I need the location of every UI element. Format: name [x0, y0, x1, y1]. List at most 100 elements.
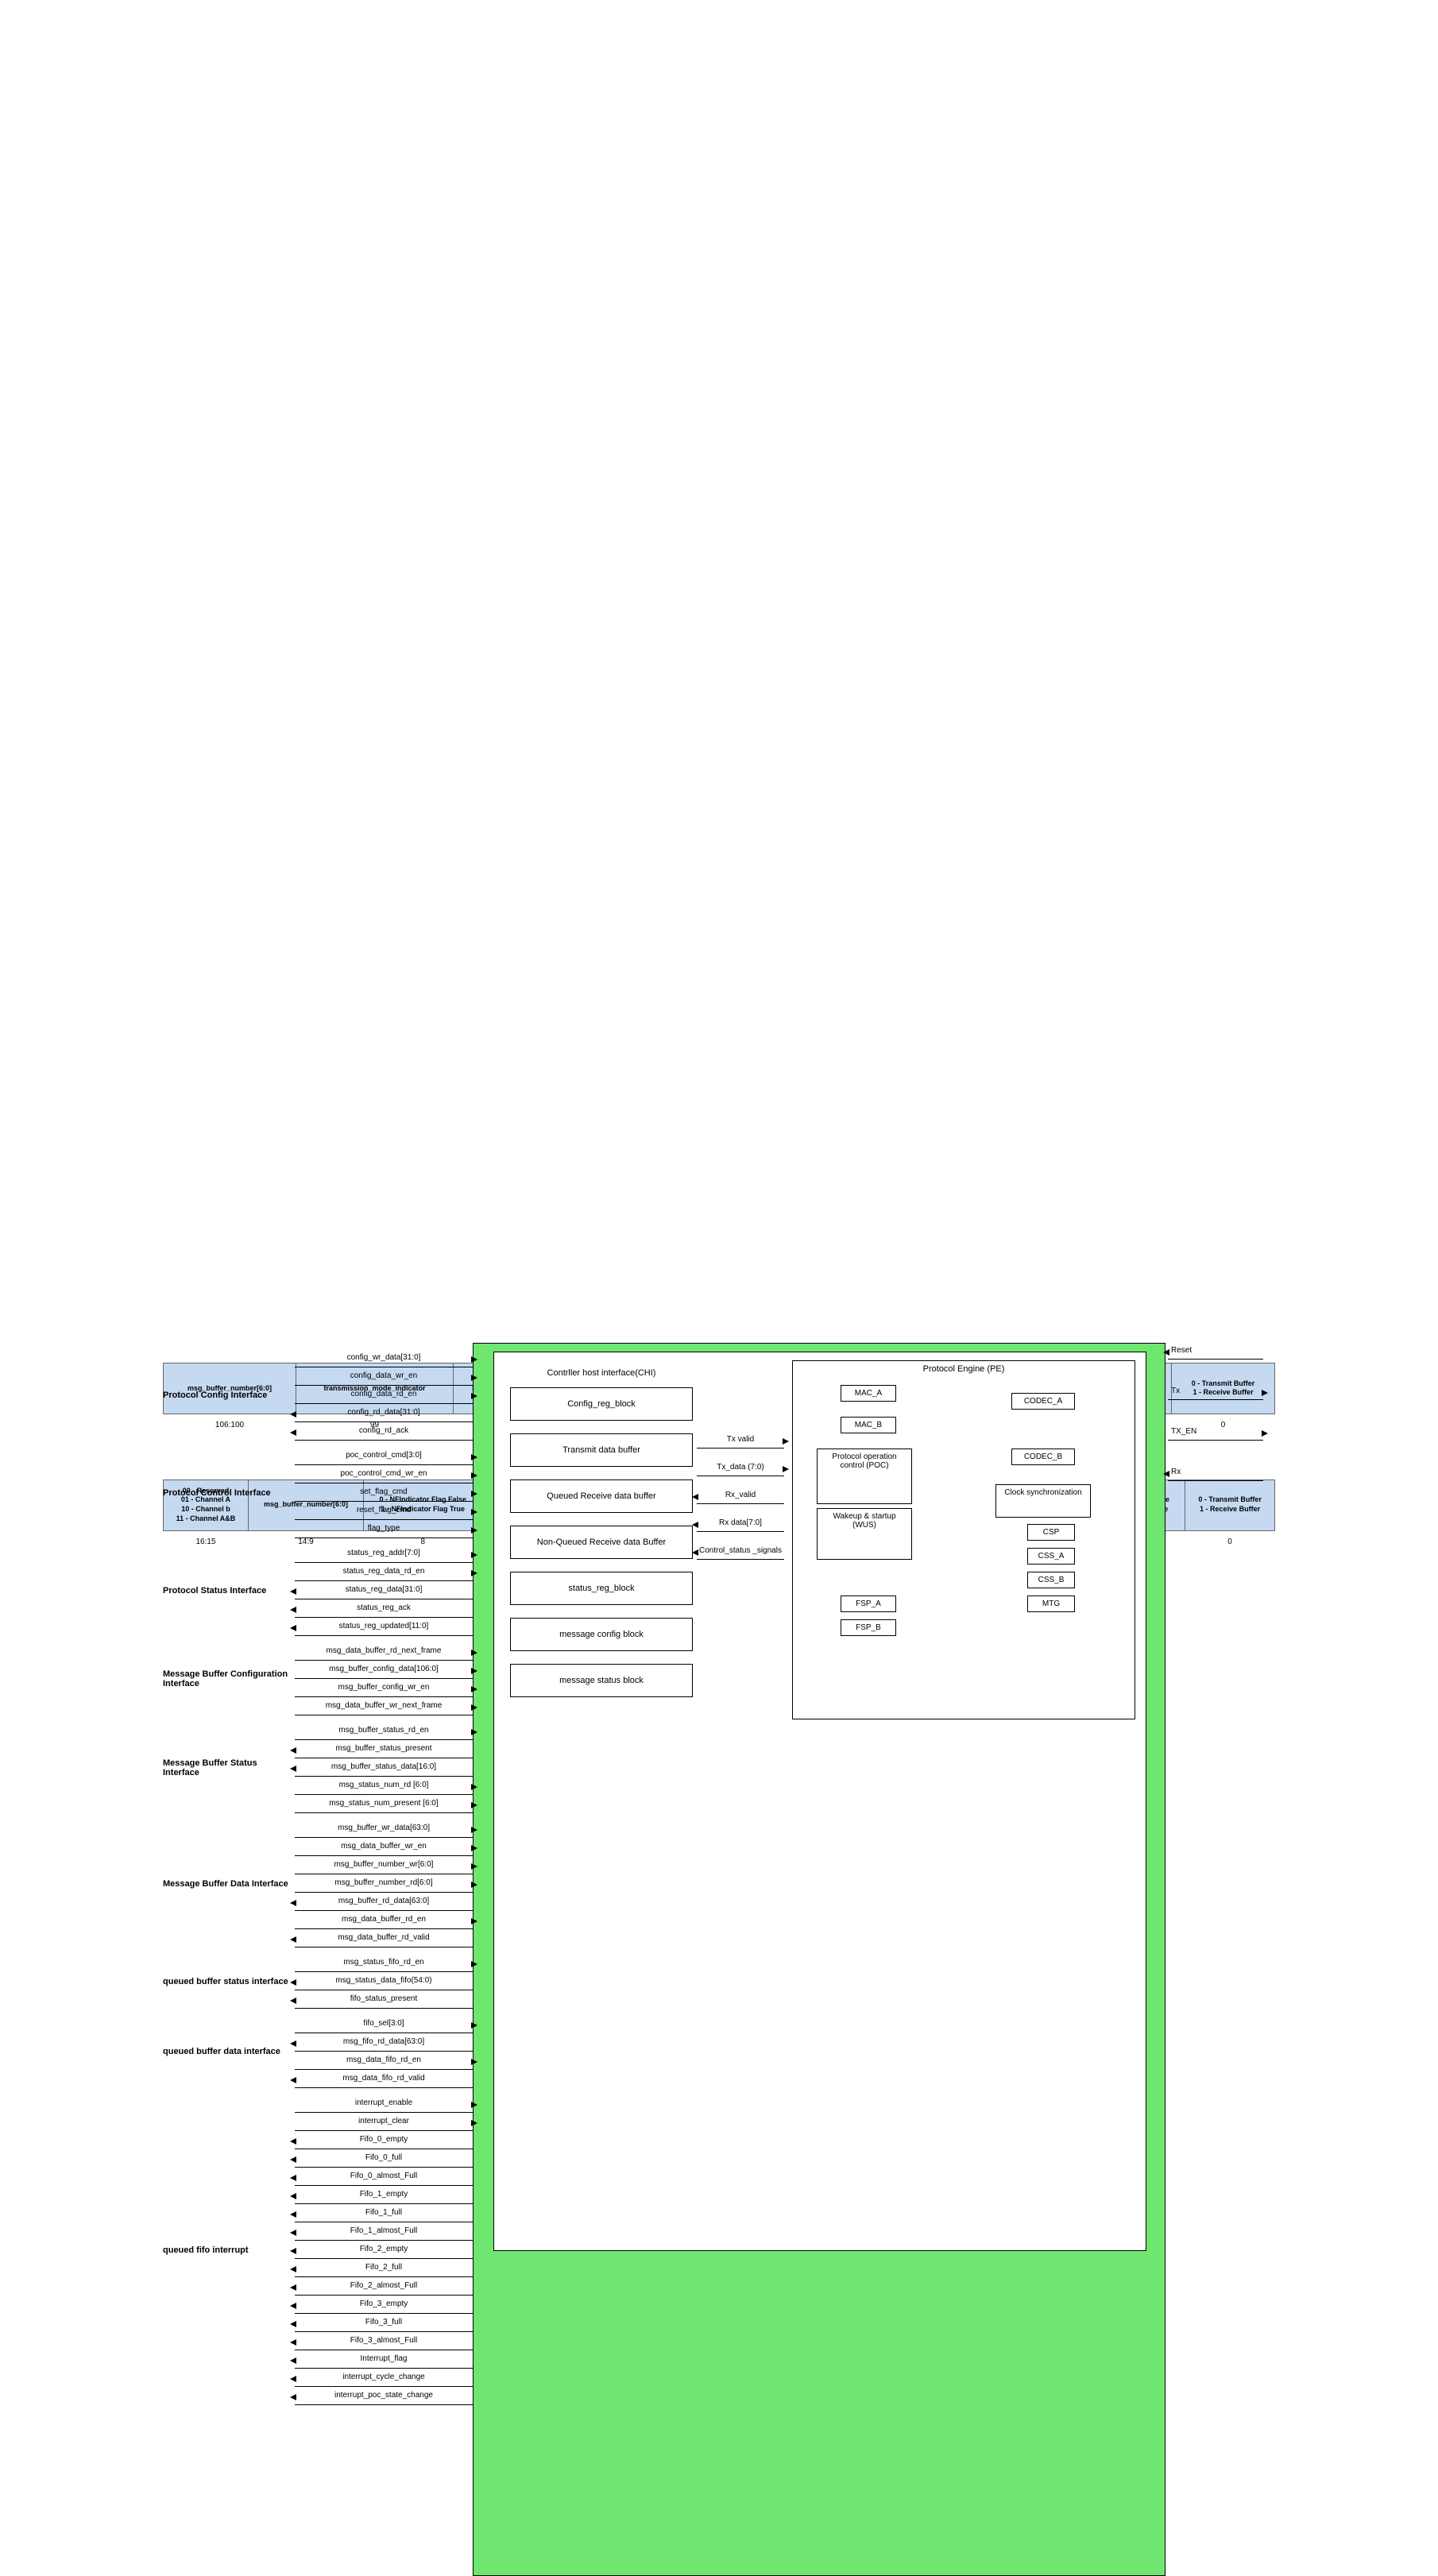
mtg: MTG: [1027, 1595, 1075, 1612]
block-diagram: Contrller host interface(CHI) Config_reg…: [163, 1343, 1275, 1553]
chi-box: Queued Receive data buffer: [510, 1479, 693, 1513]
signal: interrupt_clear: [295, 2113, 473, 2131]
mid-signal: Tx_data (7:0): [697, 1460, 784, 1476]
css-a: CSS_A: [1027, 1548, 1075, 1565]
clock-sync: Clock synchronization: [995, 1484, 1091, 1518]
signal: set_flag_cmd: [295, 1483, 473, 1502]
mid-signals: Tx valid Tx_data (7:0) Rx_valid Rx data[7:0…: [697, 1432, 784, 1571]
signal: msg_buffer_config_data[106:0]: [295, 1661, 473, 1679]
signal: status_reg_updated[11:0]: [295, 1618, 473, 1636]
mid-signal: Rx data[7:0]: [697, 1515, 784, 1532]
codec-a: CODEC_A: [1011, 1393, 1075, 1410]
right-io: Reset Tx TX_EN Rx: [1168, 1343, 1263, 1505]
signal: status_reg_data[31:0]: [295, 1581, 473, 1599]
interface-groups: Protocol Config Interface config_wr_data[…: [163, 1349, 473, 2412]
signal: interrupt_cycle_change: [295, 2369, 473, 2387]
signal: Fifo_0_almost_Full: [295, 2168, 473, 2186]
signal: msg_status_fifo_rd_en: [295, 1954, 473, 1972]
mid-signal: Rx_valid: [697, 1487, 784, 1504]
interface-title: Protocol Control Interface: [163, 1488, 295, 1498]
signal: Fifo_2_almost_Full: [295, 2277, 473, 2296]
mac-a: MAC_A: [841, 1385, 896, 1402]
table-cell: 0: [1185, 1530, 1275, 1553]
signal: msg_data_buffer_rd_valid: [295, 1929, 473, 1947]
signal: msg_data_fifo_rd_valid: [295, 2070, 473, 2088]
mid-signal: Tx valid: [697, 1432, 784, 1449]
signal: Fifo_3_empty: [295, 2296, 473, 2314]
signal: fifo_sel[3:0]: [295, 2015, 473, 2033]
chi-box: message config block: [510, 1618, 693, 1651]
signal: fifo_status_present: [295, 1990, 473, 2009]
io-signal: Tx: [1168, 1383, 1263, 1400]
signal: status_reg_ack: [295, 1599, 473, 1618]
signal: flag_type: [295, 1520, 473, 1538]
signal: status_reg_data_rd_en: [295, 1563, 473, 1581]
chi-box: message status block: [510, 1664, 693, 1697]
interface-title: Message Buffer Configuration Interface: [163, 1669, 295, 1688]
poc: Protocol operation control (POC): [817, 1449, 912, 1504]
chi-box: status_reg_block: [510, 1572, 693, 1605]
signal: Fifo_1_full: [295, 2204, 473, 2222]
signal: msg_data_buffer_wr_next_frame: [295, 1697, 473, 1715]
chi-box: Transmit data buffer: [510, 1433, 693, 1467]
signal: Fifo_3_almost_Full: [295, 2332, 473, 2350]
signal: Fifo_0_empty: [295, 2131, 473, 2149]
signal: msg_buffer_rd_data[63:0]: [295, 1893, 473, 1911]
signal: msg_buffer_config_wr_en: [295, 1679, 473, 1697]
signal: poc_control_cmd_wr_en: [295, 1465, 473, 1483]
io-signal: Rx: [1168, 1464, 1263, 1481]
top-module: Contrller host interface(CHI) Config_reg…: [473, 1343, 1165, 2576]
interface-title: Message Buffer Data Interface: [163, 1879, 295, 1889]
fsp-a: FSP_A: [841, 1595, 896, 1612]
css-b: CSS_B: [1027, 1572, 1075, 1588]
signal: msg_data_buffer_rd_en: [295, 1911, 473, 1929]
csp: CSP: [1027, 1524, 1075, 1541]
chi-column: Contrller host interface(CHI) Config_reg…: [510, 1368, 693, 1710]
signal: msg_data_fifo_rd_en: [295, 2052, 473, 2070]
signal: msg_status_num_present [6:0]: [295, 1795, 473, 1813]
signal: Fifo_0_full: [295, 2149, 473, 2168]
signal: config_rd_ack: [295, 1422, 473, 1441]
signal: status_reg_addr[7:0]: [295, 1545, 473, 1563]
signal: msg_fifo_rd_data[63:0]: [295, 2033, 473, 2052]
signal: Fifo_2_empty: [295, 2241, 473, 2259]
interface-title: Protocol Status Interface: [163, 1586, 295, 1595]
signal: config_data_rd_en: [295, 1386, 473, 1404]
signal: Interrupt_flag: [295, 2350, 473, 2369]
signal: msg_buffer_number_rd[6:0]: [295, 1874, 473, 1893]
signal: msg_buffer_status_rd_en: [295, 1722, 473, 1740]
wus: Wakeup & startup (WUS): [817, 1508, 912, 1560]
chi-title: Contrller host interface(CHI): [510, 1368, 693, 1378]
signal: interrupt_enable: [295, 2094, 473, 2113]
signal: msg_buffer_status_present: [295, 1740, 473, 1758]
signal: msg_status_data_fifo(54:0): [295, 1972, 473, 1990]
codec-b: CODEC_B: [1011, 1449, 1075, 1465]
mid-signal: Control_status _signals: [697, 1543, 784, 1560]
signal: msg_buffer_number_wr[6:0]: [295, 1856, 473, 1874]
interface-title: Message Buffer Status Interface: [163, 1758, 295, 1777]
signal: msg_buffer_wr_data[63:0]: [295, 1820, 473, 1838]
signal: msg_data_buffer_wr_en: [295, 1838, 473, 1856]
chi-box: Config_reg_block: [510, 1387, 693, 1421]
signal: reset_flag_cmd: [295, 1502, 473, 1520]
signal: Fifo_1_empty: [295, 2186, 473, 2204]
signal: msg_data_buffer_rd_next_frame: [295, 1642, 473, 1661]
signal: config_rd_data[31:0]: [295, 1404, 473, 1422]
signal: interrupt_poc_state_change: [295, 2387, 473, 2405]
mac-b: MAC_B: [841, 1417, 896, 1433]
io-signal: TX_EN: [1168, 1424, 1263, 1441]
signal: config_data_wr_en: [295, 1367, 473, 1386]
protocol-engine: Protocol Engine (PE) MAC_A MAC_B CODEC_A…: [792, 1360, 1135, 1719]
chi-box: Non-Queued Receive data Buffer: [510, 1526, 693, 1559]
interface-title: Protocol Config Interface: [163, 1390, 295, 1400]
signal: msg_status_num_rd [6:0]: [295, 1777, 473, 1795]
fsp-b: FSP_B: [841, 1619, 896, 1636]
interface-title: queued buffer data interface: [163, 2047, 295, 2056]
interface-title: queued buffer status interface: [163, 1977, 295, 1986]
signal: config_wr_data[31:0]: [295, 1349, 473, 1367]
signal: Fifo_2_full: [295, 2259, 473, 2277]
io-signal: Reset: [1168, 1343, 1263, 1360]
signal: msg_buffer_status_data[16:0]: [295, 1758, 473, 1777]
signal: poc_control_cmd[3:0]: [295, 1447, 473, 1465]
interface-title: queued fifo interrupt: [163, 2245, 295, 2255]
